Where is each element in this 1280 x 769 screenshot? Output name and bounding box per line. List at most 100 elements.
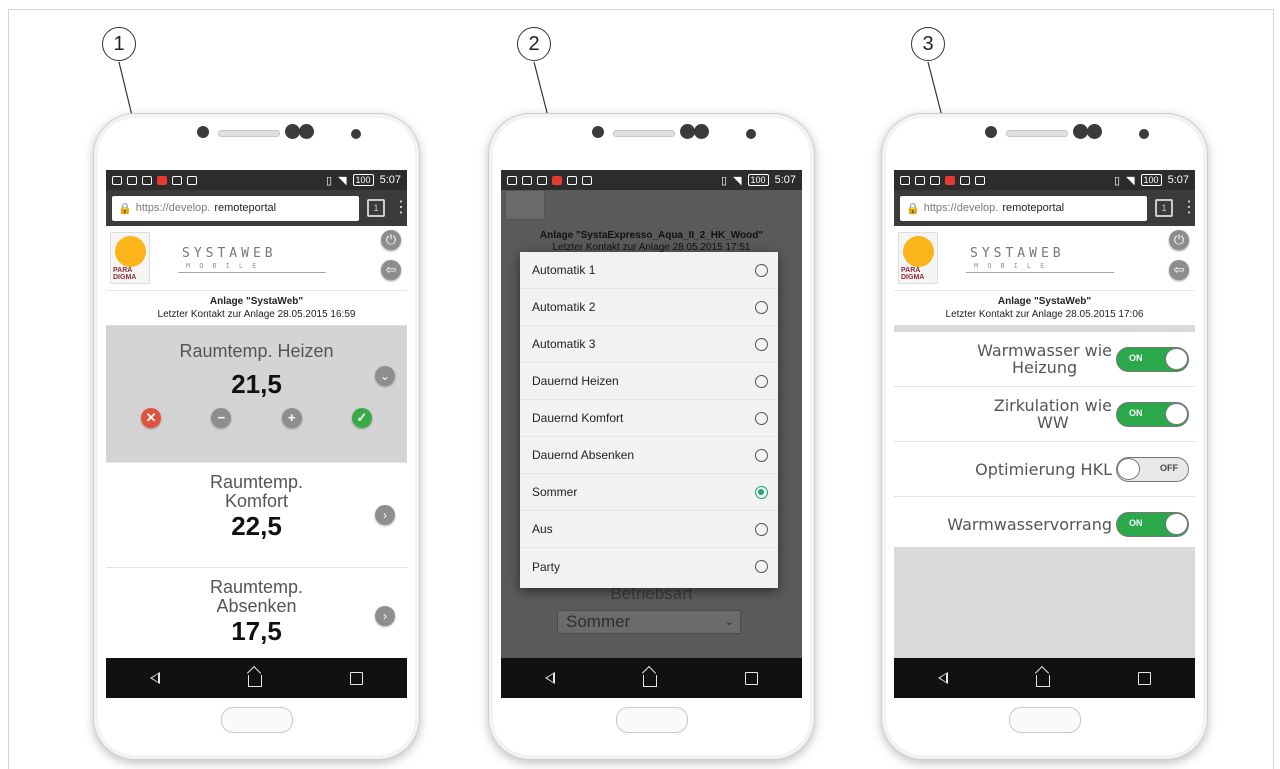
paradigma-logo: PARA DIGMA [110, 232, 150, 284]
toggle-state: ON [1129, 517, 1143, 528]
mode-option[interactable]: Automatik 3 [520, 326, 778, 363]
radio-button[interactable] [755, 300, 768, 314]
decrease-button[interactable]: − [211, 408, 232, 428]
toggle-knob [1165, 347, 1188, 370]
hardware-home-button[interactable] [616, 707, 688, 733]
option-label: Dauernd Komfort [532, 411, 624, 425]
back-button[interactable]: ⇦ [381, 260, 401, 280]
plant-info: Anlage "SystaExpresso_Aqua_II_2_HK_Wood"… [501, 190, 802, 254]
battery-icon: 100 [747, 174, 769, 186]
toggle-label: Zirkulation wie WW [993, 396, 1112, 432]
url-domain: remoteportal [214, 202, 277, 214]
app-header: PARA DIGMA SYSTAWEB MOBILE ⏻ ⇦ [894, 226, 1195, 291]
toggle-switch[interactable]: ON [1116, 511, 1189, 537]
wifi-icon: ◥ [733, 174, 742, 187]
nav-recents-icon[interactable] [745, 671, 758, 685]
image-icon [915, 175, 925, 185]
nav-back-icon[interactable] [150, 672, 160, 684]
android-nav-bar [894, 658, 1195, 698]
nav-back-icon[interactable] [545, 672, 555, 684]
message-icon [537, 175, 547, 185]
sync-icon [172, 175, 182, 185]
toggle-state: ON [1129, 352, 1143, 363]
callout-2: 2 [517, 27, 551, 61]
power-button[interactable]: ⏻ [1169, 230, 1189, 250]
proximity-sensor [746, 129, 756, 139]
param-label: Raumtemp. Heizen [179, 341, 334, 361]
browser-toolbar: 🔒 https://develop. remoteportal 1 ⋮ [106, 190, 407, 226]
hardware-home-button[interactable] [1009, 707, 1081, 733]
param-row[interactable]: Raumtemp. Komfort 22,5 › [106, 463, 407, 568]
url-bar[interactable]: 🔒 https://develop. remoteportal [112, 195, 359, 221]
radio-button[interactable] [755, 411, 768, 425]
plant-name: Anlage "SystaExpresso_Aqua_II_2_HK_Wood" [539, 230, 764, 241]
sensor [299, 124, 314, 139]
mode-option[interactable]: Dauernd Absenken [520, 437, 778, 474]
mode-option[interactable]: Dauernd Heizen [520, 363, 778, 400]
sensor [1073, 124, 1088, 139]
mode-select[interactable]: Sommer ⌄ [557, 610, 741, 634]
tabs-button[interactable]: 1 [367, 199, 385, 217]
radio-button-selected[interactable] [755, 485, 768, 499]
power-button[interactable]: ⏻ [381, 230, 401, 250]
nav-home-icon[interactable] [1036, 675, 1050, 687]
mode-option[interactable]: Automatik 2 [520, 289, 778, 326]
tabs-button[interactable]: 1 [1155, 199, 1173, 217]
mode-option[interactable]: Automatik 1 [520, 252, 778, 289]
toggle-state: ON [1129, 407, 1143, 418]
app-icon [552, 175, 562, 185]
hardware-home-button[interactable] [221, 707, 293, 733]
status-bar: ▯ ◥ 100 5:07 [894, 170, 1195, 190]
nav-recents-icon[interactable] [350, 671, 363, 685]
increase-button[interactable]: + [281, 408, 302, 428]
param-value: 21,5 [231, 369, 282, 399]
mode-option[interactable]: Aus [520, 511, 778, 548]
chevron-right-icon[interactable]: › [375, 505, 395, 525]
card-icon [187, 175, 197, 185]
earpiece [613, 130, 675, 137]
overflow-menu-icon[interactable]: ⋮ [1181, 200, 1195, 216]
brand-subtitle: MOBILE [974, 262, 1054, 270]
toggle-switch[interactable]: ON [1116, 346, 1189, 372]
chevron-down-icon: ⌄ [724, 616, 734, 628]
nav-recents-icon[interactable] [1138, 671, 1151, 685]
browser-toolbar: 🔒 https://develop. remoteportal 1 ⋮ [894, 190, 1195, 226]
radio-button[interactable] [755, 448, 768, 462]
nav-home-icon[interactable] [248, 675, 262, 687]
proximity-sensor [1139, 129, 1149, 139]
radio-button[interactable] [755, 263, 768, 277]
mode-picker-dialog: Automatik 1 Automatik 2 Automatik 3 Daue… [520, 252, 778, 588]
paradigma-logo: PARA DIGMA [898, 232, 938, 284]
vibrate-icon: ▯ [721, 174, 728, 187]
mode-option[interactable]: Party [520, 548, 778, 585]
toggle-switch[interactable]: ON [1116, 401, 1189, 427]
back-button[interactable]: ⇦ [1169, 260, 1189, 280]
toggle-label: Warmwasser wie Heizung [977, 341, 1112, 377]
param-label: Raumtemp. Absenken [209, 577, 304, 616]
radio-button[interactable] [755, 374, 768, 388]
mode-option[interactable]: Dauernd Komfort [520, 400, 778, 437]
overflow-menu-icon[interactable]: ⋮ [393, 200, 407, 216]
whatsapp-icon [112, 175, 122, 185]
sensor [680, 124, 695, 139]
screen: ▯ ◥ 100 5:07 🔒 https://develop. remoteportal … [894, 170, 1195, 698]
radio-button[interactable] [755, 522, 768, 536]
front-camera [985, 126, 997, 138]
paradigma-logo [505, 190, 545, 220]
nav-back-icon[interactable] [938, 672, 948, 684]
plant-info: Anlage "SystaWeb" Letzter Kontakt zur An… [894, 291, 1195, 326]
whatsapp-icon [507, 175, 517, 185]
nav-home-icon[interactable] [643, 675, 657, 687]
front-camera [197, 126, 209, 138]
radio-button[interactable] [755, 560, 768, 573]
cancel-button[interactable]: ✕ [141, 408, 162, 428]
chevron-right-icon[interactable]: › [375, 606, 395, 626]
chevron-down-icon[interactable]: ⌄ [375, 366, 395, 386]
confirm-button[interactable]: ✓ [351, 408, 372, 428]
radio-button[interactable] [755, 337, 768, 351]
mode-option-selected[interactable]: Sommer [520, 474, 778, 511]
url-bar[interactable]: 🔒 https://develop. remoteportal [900, 195, 1147, 221]
toggle-switch[interactable]: OFF [1116, 456, 1189, 482]
param-row-active[interactable]: Raumtemp. Heizen 21,5 ⌄ ✕ − + ✓ [106, 326, 407, 463]
param-row[interactable]: Raumtemp. Absenken 17,5 › [106, 568, 407, 669]
